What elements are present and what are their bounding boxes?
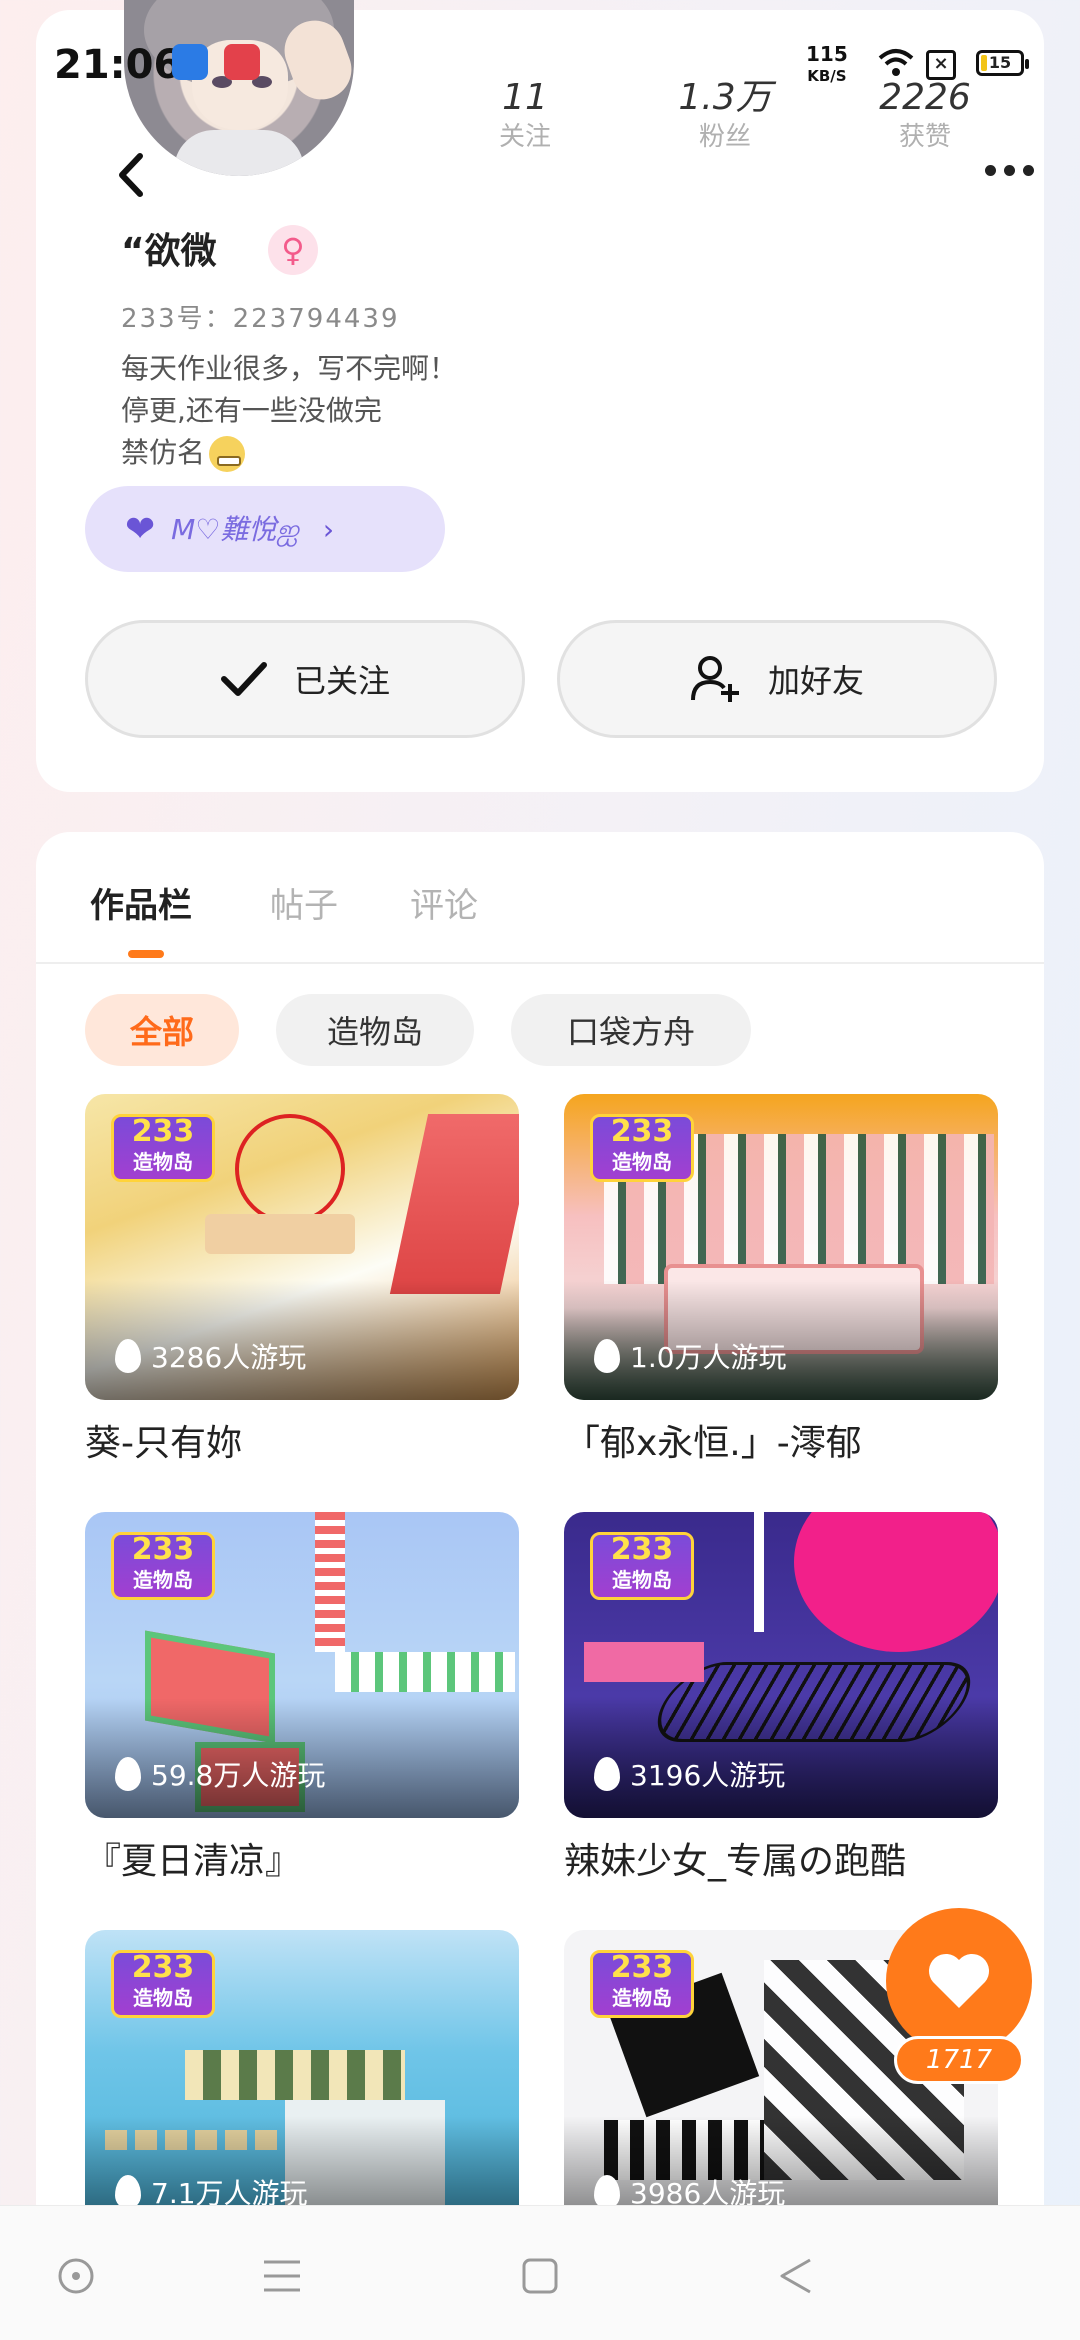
works-panel: 作品栏 帖子 评论 全部 造物岛 口袋方舟 233 造物岛 3286人游玩 葵-只… bbox=[36, 832, 1044, 2340]
tab-works[interactable]: 作品栏 bbox=[90, 878, 192, 927]
network-speed-value: 115 bbox=[806, 42, 848, 66]
network-speed: 115 KB/S bbox=[806, 44, 848, 86]
battery-text: 15 bbox=[988, 53, 1012, 72]
game-title: 「郁x永恒.」-澪郁 bbox=[564, 1423, 862, 1464]
filter-all[interactable]: 全部 bbox=[85, 994, 239, 1066]
bio: 每天作业很多，写不完啊！ 停更,还有一些没做完 禁仿名 bbox=[121, 348, 457, 474]
sim-icon: × bbox=[926, 50, 956, 80]
triangle-back-icon bbox=[780, 2258, 811, 2294]
double-heart-icon: ❤ bbox=[125, 508, 156, 550]
checkmark-icon bbox=[220, 662, 267, 696]
bio-line: 停更,还有一些没做完 bbox=[121, 394, 382, 427]
like-count: 1717 bbox=[894, 2036, 1024, 2084]
system-nav-bar bbox=[0, 2205, 1080, 2340]
play-count: 3196人游玩 bbox=[594, 1754, 785, 1794]
square-icon bbox=[522, 2258, 558, 2294]
flame-icon bbox=[115, 2175, 141, 2209]
chevron-right-icon: › bbox=[322, 512, 335, 546]
game-title: 辣妹少女_专属の跑酷 bbox=[564, 1841, 907, 1882]
flame-icon bbox=[115, 1339, 141, 1373]
flame-icon bbox=[594, 1757, 620, 1791]
game-title: 葵-只有妳 bbox=[85, 1423, 242, 1464]
circle-dot-icon bbox=[58, 2258, 94, 2294]
back-nav-button[interactable] bbox=[766, 2246, 826, 2306]
game-thumbnail: 233 造物岛 3196人游玩 bbox=[564, 1512, 998, 1818]
grimace-emoji-icon bbox=[209, 436, 246, 472]
game-thumbnail: 233 造物岛 59.8万人游玩 bbox=[85, 1512, 519, 1818]
play-count: 1.0万人游玩 bbox=[594, 1336, 787, 1376]
creation-island-logo: 233 造物岛 bbox=[111, 1114, 215, 1182]
following-button-label: 已关注 bbox=[293, 662, 390, 700]
menu-icon bbox=[264, 2260, 300, 2292]
following-button[interactable]: 已关注 bbox=[85, 620, 525, 738]
assistant-button[interactable] bbox=[46, 2246, 106, 2306]
home-button[interactable] bbox=[510, 2246, 570, 2306]
active-tab-indicator bbox=[128, 950, 164, 958]
filter-pocket-ark[interactable]: 口袋方舟 bbox=[511, 994, 751, 1066]
notification-video-icon bbox=[224, 44, 260, 80]
like-fab[interactable]: 1717 bbox=[886, 1908, 1032, 2098]
battery-level bbox=[981, 55, 987, 71]
heart-icon bbox=[886, 1908, 1032, 2054]
creation-island-logo: 233 造物岛 bbox=[111, 1532, 215, 1600]
game-card[interactable]: 233 造物岛 7.1万人游玩 bbox=[85, 1930, 519, 2250]
creation-island-logo: 233 造物岛 bbox=[590, 1950, 694, 2018]
creation-island-logo: 233 造物岛 bbox=[590, 1532, 694, 1600]
status-bar: 21:06 115 KB/S × 15 bbox=[0, 0, 1080, 130]
tab-comments[interactable]: 评论 bbox=[410, 878, 478, 927]
user-id[interactable]: 233号：223794439 bbox=[121, 298, 400, 335]
game-thumbnail: 233 造物岛 1.0万人游玩 bbox=[564, 1094, 998, 1400]
game-card[interactable]: 233 造物岛 1.0万人游玩 「郁x永恒.」-澪郁 bbox=[564, 1094, 998, 1466]
flame-icon bbox=[594, 1339, 620, 1373]
game-card[interactable]: 233 造物岛 3196人游玩 辣妹少女_专属の跑酷 bbox=[564, 1512, 998, 1884]
game-thumbnail: 233 造物岛 3286人游玩 bbox=[85, 1094, 519, 1400]
profile-tabs: 作品栏 帖子 评论 bbox=[36, 832, 1044, 964]
bio-line: 每天作业很多，写不完啊！ bbox=[121, 352, 458, 385]
flame-icon bbox=[594, 2175, 620, 2209]
game-title: 『夏日清凉』 bbox=[85, 1841, 302, 1882]
game-thumbnail: 233 造物岛 7.1万人游玩 bbox=[85, 1930, 519, 2236]
nickname: “欲微 bbox=[121, 231, 217, 272]
menu-button[interactable] bbox=[252, 2246, 312, 2306]
group-badge-button[interactable]: ❤ M♡難悅ஐ › bbox=[85, 486, 445, 572]
network-speed-unit: KB/S bbox=[807, 67, 847, 85]
add-friend-button[interactable]: 加好友 bbox=[557, 620, 997, 738]
status-time: 21:06 bbox=[54, 42, 182, 88]
creation-island-logo: 233 造物岛 bbox=[111, 1950, 215, 2018]
notification-app-icon bbox=[172, 44, 208, 80]
battery-icon: 15 bbox=[976, 50, 1029, 76]
more-dot-icon bbox=[984, 164, 996, 176]
wifi-icon bbox=[876, 44, 916, 84]
play-count: 59.8万人游玩 bbox=[115, 1754, 325, 1794]
flame-icon bbox=[115, 1757, 141, 1791]
game-card[interactable]: 233 造物岛 59.8万人游玩 『夏日清凉』 bbox=[85, 1512, 519, 1884]
game-card[interactable]: 233 造物岛 3286人游玩 葵-只有妳 bbox=[85, 1094, 519, 1466]
filter-creation-island[interactable]: 造物岛 bbox=[276, 994, 474, 1066]
tab-posts[interactable]: 帖子 bbox=[270, 878, 338, 927]
female-gender-icon: ♀ bbox=[268, 225, 318, 275]
group-badge-label: M♡難悅ஐ bbox=[171, 513, 299, 546]
add-user-icon bbox=[690, 656, 739, 702]
bio-line: 禁仿名 bbox=[121, 432, 457, 474]
creation-island-logo: 233 造物岛 bbox=[590, 1114, 694, 1182]
add-friend-button-label: 加好友 bbox=[767, 662, 864, 700]
play-count: 3286人游玩 bbox=[115, 1336, 306, 1376]
